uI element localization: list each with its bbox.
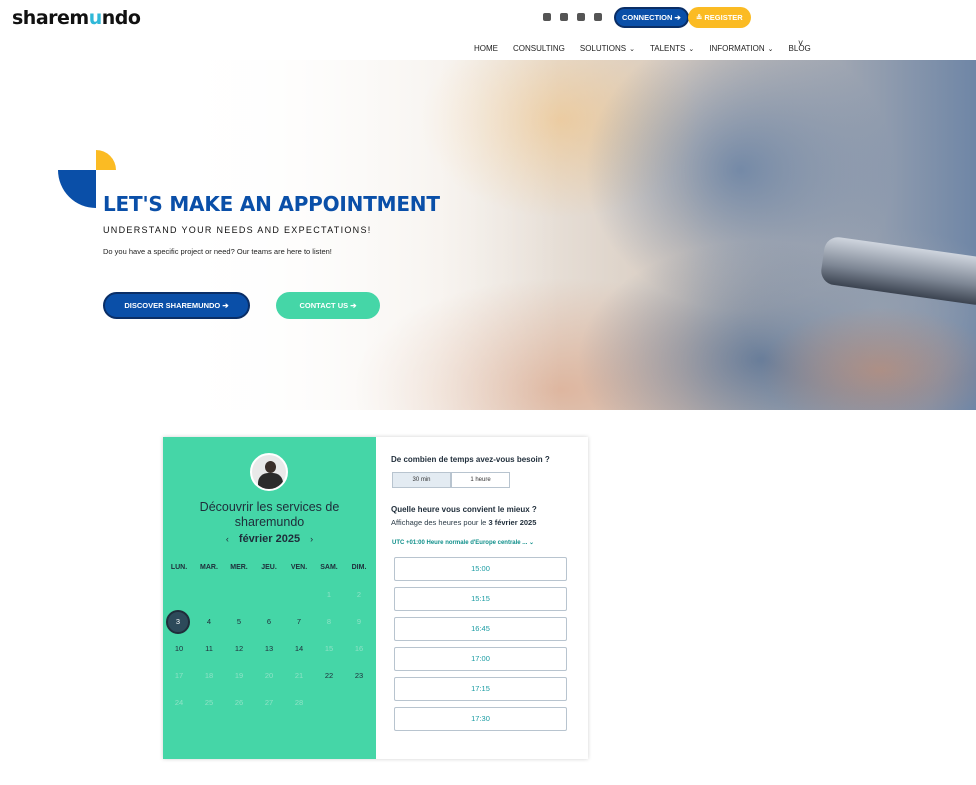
next-month-icon[interactable]: › <box>310 534 313 544</box>
calendar-title: Découvrir les services de sharemundo <box>163 500 376 530</box>
nav-item-label: TALENTS <box>649 44 686 53</box>
timezone-select[interactable]: UTC +01:00 Heure normale d'Europe centra… <box>392 539 534 546</box>
hero-fade <box>0 60 560 410</box>
weekday-label: JEU. <box>261 564 277 571</box>
month-label: février 2025 <box>238 533 301 545</box>
register-button[interactable]: ≗ REGISTER <box>688 7 751 28</box>
calendar-day-selected[interactable]: 3 <box>166 610 190 634</box>
weekday-label: MAR. <box>200 564 218 571</box>
time-slot-button[interactable]: 16:45 <box>394 617 567 641</box>
nav-item-1[interactable]: CONSULTING <box>513 44 565 53</box>
hero-banner: LET'S MAKE AN APPOINTMENT UNDERSTAND YOU… <box>0 60 976 410</box>
calendar-day: 28 <box>294 698 304 707</box>
showing-date-text: Affichage des heures pour le 3 février 2… <box>391 518 536 527</box>
discover-button[interactable]: DISCOVER SHAREMUNDO ➔ <box>103 292 250 319</box>
time-question: Quelle heure vous convient le mieux ? <box>391 505 537 514</box>
calendar-day[interactable]: 22 <box>314 671 344 681</box>
calendar-day: 26 <box>234 698 244 707</box>
weekday-label: SAM. <box>320 564 338 571</box>
month-navigator: ‹ février 2025 › <box>163 533 376 545</box>
time-slot-button[interactable]: 17:15 <box>394 677 567 701</box>
calendar-day[interactable]: 6 <box>254 617 284 627</box>
logo-accent: u <box>88 7 103 29</box>
logo-suffix: ndo <box>101 7 141 29</box>
calendar-day[interactable]: 13 <box>254 644 284 654</box>
calendar-day[interactable]: 5 <box>224 617 254 627</box>
calendar-title-line2: sharemundo <box>234 515 305 529</box>
connection-button[interactable]: CONNECTION ➔ <box>614 7 689 28</box>
email-icon[interactable] <box>594 13 602 21</box>
linkedin-icon[interactable] <box>543 13 551 21</box>
duration-option-30min[interactable]: 30 min <box>392 472 451 488</box>
avatar <box>250 453 288 491</box>
calendar-day[interactable]: 7 <box>284 617 314 627</box>
nav-item-label: CONSULTING <box>513 44 565 53</box>
youtube-icon[interactable] <box>577 13 585 21</box>
calendar-day: 1 <box>326 590 332 599</box>
main-nav: HOME CONSULTING SOLUTIONS ⌄ TALENTS ⌄ INFORMAT… <box>474 44 811 53</box>
nav-item-3[interactable]: TALENTS ⌄ <box>650 44 694 53</box>
calendar-title-line1: Découvrir les services de <box>199 500 340 514</box>
calendar-day[interactable]: 11 <box>194 644 224 654</box>
weekday-label: VEN. <box>290 564 308 571</box>
nav-item-4[interactable]: INFORMATION ⌄ <box>709 44 773 53</box>
hero-subtitle: UNDERSTAND YOUR NEEDS AND EXPECTATIONS! <box>103 225 372 235</box>
twitter-icon[interactable] <box>560 13 568 21</box>
calendar-day: 18 <box>204 671 214 680</box>
weekday-label: MER. <box>230 564 248 571</box>
showing-prefix: Affichage des heures pour le <box>391 518 489 527</box>
prev-month-icon[interactable]: ‹ <box>226 534 229 544</box>
page: sharemundo CONNECTION ➔ ≗ REGISTER HOME C… <box>0 0 976 785</box>
nav-item-label: HOME <box>474 44 498 53</box>
nav-item-label: SOLUTIONS <box>579 44 627 53</box>
duration-option-1h[interactable]: 1 heure <box>451 472 510 488</box>
booking-widget: Découvrir les services de sharemundo ‹ f… <box>163 437 588 759</box>
time-slot-button[interactable]: 15:00 <box>394 557 567 581</box>
social-links <box>543 13 602 21</box>
calendar-day: 25 <box>204 698 214 707</box>
contact-button[interactable]: CONTACT US ➔ <box>276 292 380 319</box>
time-slot-button[interactable]: 15:15 <box>394 587 567 611</box>
calendar-day[interactable]: 10 <box>164 644 194 654</box>
calendar-day: 8 <box>326 617 332 626</box>
booking-panel: De combien de temps avez-vous besoin ? 3… <box>376 437 588 759</box>
weekday-label: LUN. <box>170 564 188 571</box>
weekday-label: DIM. <box>351 564 367 571</box>
nav-item-0[interactable]: HOME <box>474 44 498 53</box>
calendar-day: 21 <box>294 671 304 680</box>
hero-text: Do you have a specific project or need? … <box>103 247 332 256</box>
calendar-day[interactable]: 12 <box>224 644 254 654</box>
calendar-day: 27 <box>264 698 274 707</box>
calendar-day: 9 <box>356 617 362 626</box>
chevron-down-icon: ⌄ <box>688 45 695 53</box>
showing-date: 3 février 2025 <box>488 518 537 527</box>
duration-selector: 30 min 1 heure <box>392 472 510 488</box>
time-slot-button[interactable]: 17:30 <box>394 707 567 731</box>
calendar-day: 20 <box>264 671 274 680</box>
nav-item-2[interactable]: SOLUTIONS ⌄ <box>580 44 635 53</box>
duration-question: De combien de temps avez-vous besoin ? <box>391 455 550 464</box>
calendar-day: 15 <box>324 644 334 653</box>
page-title: LET'S MAKE AN APPOINTMENT <box>103 192 440 216</box>
nav-item-label: INFORMATION <box>709 44 765 53</box>
logo[interactable]: sharemundo <box>12 7 141 29</box>
chevron-down-icon: ⌄ <box>767 45 774 53</box>
chevron-down-icon[interactable]: ˅ <box>798 38 803 48</box>
time-slot-button[interactable]: 17:00 <box>394 647 567 671</box>
calendar-day[interactable]: 4 <box>194 617 224 627</box>
logo-prefix: sharem <box>12 7 89 29</box>
calendar-day: 16 <box>354 644 364 653</box>
calendar-panel: Découvrir les services de sharemundo ‹ f… <box>163 437 376 759</box>
calendar-day[interactable]: 23 <box>344 671 374 681</box>
chevron-down-icon: ⌄ <box>629 45 635 53</box>
calendar-day[interactable]: 14 <box>284 644 314 654</box>
calendar-day: 2 <box>356 590 362 599</box>
calendar-day: 24 <box>174 698 184 707</box>
calendar-day: 17 <box>174 671 184 680</box>
phone-image <box>819 235 976 307</box>
calendar-day: 19 <box>234 671 244 680</box>
